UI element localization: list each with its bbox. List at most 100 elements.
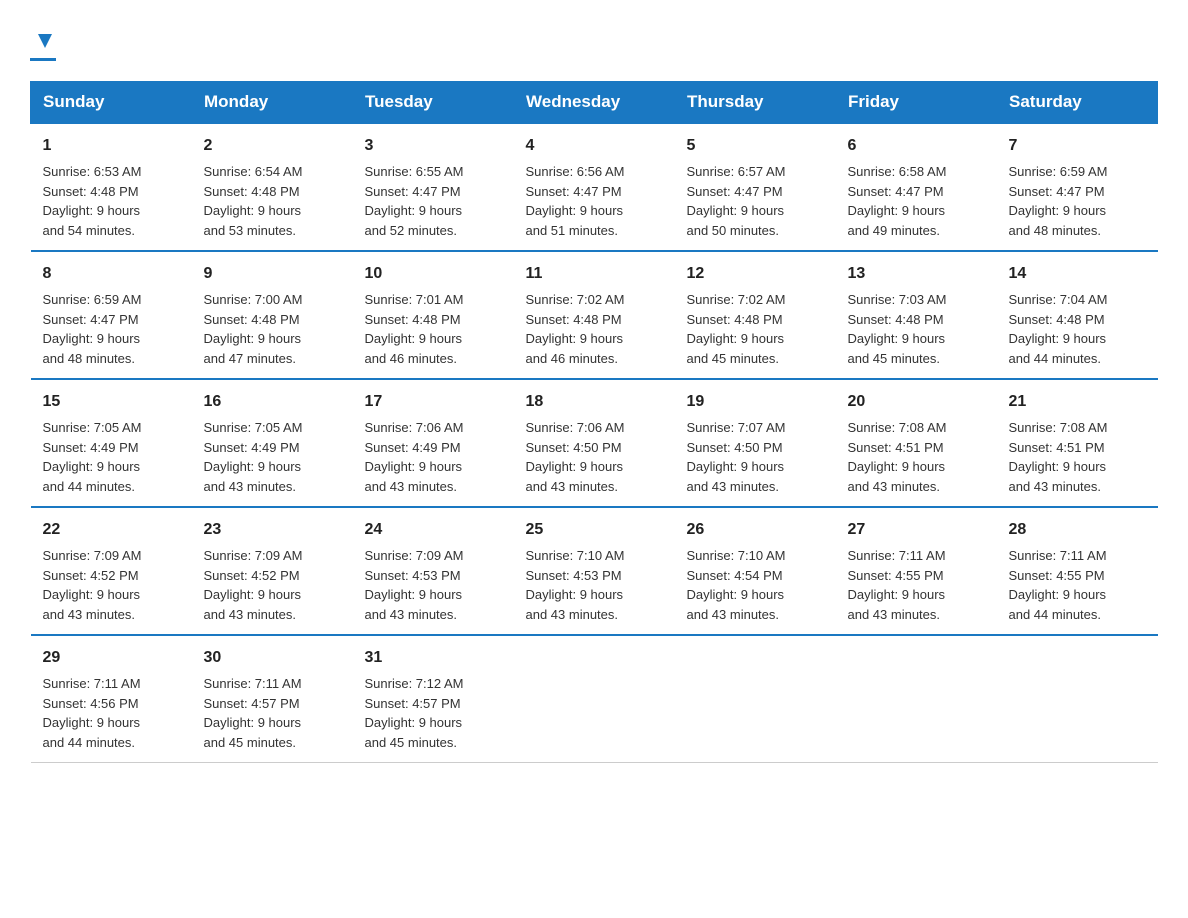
day-number: 15 bbox=[43, 390, 180, 414]
calendar-day-cell: 10 Sunrise: 7:01 AMSunset: 4:48 PMDaylig… bbox=[353, 251, 514, 379]
calendar-header-cell: Tuesday bbox=[353, 82, 514, 124]
day-info: Sunrise: 7:08 AMSunset: 4:51 PMDaylight:… bbox=[1009, 420, 1108, 494]
day-number: 31 bbox=[365, 646, 502, 670]
day-info: Sunrise: 6:57 AMSunset: 4:47 PMDaylight:… bbox=[687, 164, 786, 238]
calendar-body: 1 Sunrise: 6:53 AMSunset: 4:48 PMDayligh… bbox=[31, 123, 1158, 763]
calendar-header-cell: Friday bbox=[836, 82, 997, 124]
calendar-day-cell: 3 Sunrise: 6:55 AMSunset: 4:47 PMDayligh… bbox=[353, 123, 514, 251]
day-number: 18 bbox=[526, 390, 663, 414]
day-info: Sunrise: 7:01 AMSunset: 4:48 PMDaylight:… bbox=[365, 292, 464, 366]
day-number: 3 bbox=[365, 134, 502, 158]
day-number: 6 bbox=[848, 134, 985, 158]
calendar-day-cell: 15 Sunrise: 7:05 AMSunset: 4:49 PMDaylig… bbox=[31, 379, 192, 507]
logo bbox=[30, 30, 56, 61]
day-number: 26 bbox=[687, 518, 824, 542]
calendar-day-cell: 6 Sunrise: 6:58 AMSunset: 4:47 PMDayligh… bbox=[836, 123, 997, 251]
calendar-day-cell: 19 Sunrise: 7:07 AMSunset: 4:50 PMDaylig… bbox=[675, 379, 836, 507]
day-number: 4 bbox=[526, 134, 663, 158]
day-info: Sunrise: 7:09 AMSunset: 4:52 PMDaylight:… bbox=[43, 548, 142, 622]
calendar-week-row: 29 Sunrise: 7:11 AMSunset: 4:56 PMDaylig… bbox=[31, 635, 1158, 763]
day-info: Sunrise: 7:11 AMSunset: 4:56 PMDaylight:… bbox=[43, 676, 141, 750]
day-number: 19 bbox=[687, 390, 824, 414]
day-info: Sunrise: 6:54 AMSunset: 4:48 PMDaylight:… bbox=[204, 164, 303, 238]
day-info: Sunrise: 7:11 AMSunset: 4:57 PMDaylight:… bbox=[204, 676, 302, 750]
day-info: Sunrise: 7:06 AMSunset: 4:49 PMDaylight:… bbox=[365, 420, 464, 494]
calendar-day-cell: 13 Sunrise: 7:03 AMSunset: 4:48 PMDaylig… bbox=[836, 251, 997, 379]
calendar-day-cell: 30 Sunrise: 7:11 AMSunset: 4:57 PMDaylig… bbox=[192, 635, 353, 763]
calendar-week-row: 1 Sunrise: 6:53 AMSunset: 4:48 PMDayligh… bbox=[31, 123, 1158, 251]
day-number: 1 bbox=[43, 134, 180, 158]
day-info: Sunrise: 7:09 AMSunset: 4:52 PMDaylight:… bbox=[204, 548, 303, 622]
day-info: Sunrise: 7:06 AMSunset: 4:50 PMDaylight:… bbox=[526, 420, 625, 494]
day-number: 28 bbox=[1009, 518, 1146, 542]
calendar-day-cell: 4 Sunrise: 6:56 AMSunset: 4:47 PMDayligh… bbox=[514, 123, 675, 251]
day-info: Sunrise: 6:55 AMSunset: 4:47 PMDaylight:… bbox=[365, 164, 464, 238]
day-info: Sunrise: 7:00 AMSunset: 4:48 PMDaylight:… bbox=[204, 292, 303, 366]
day-number: 12 bbox=[687, 262, 824, 286]
day-number: 14 bbox=[1009, 262, 1146, 286]
day-info: Sunrise: 7:12 AMSunset: 4:57 PMDaylight:… bbox=[365, 676, 464, 750]
calendar-day-cell: 24 Sunrise: 7:09 AMSunset: 4:53 PMDaylig… bbox=[353, 507, 514, 635]
day-info: Sunrise: 6:58 AMSunset: 4:47 PMDaylight:… bbox=[848, 164, 947, 238]
day-info: Sunrise: 7:05 AMSunset: 4:49 PMDaylight:… bbox=[204, 420, 303, 494]
calendar-table: SundayMondayTuesdayWednesdayThursdayFrid… bbox=[30, 81, 1158, 763]
day-info: Sunrise: 6:56 AMSunset: 4:47 PMDaylight:… bbox=[526, 164, 625, 238]
day-number: 13 bbox=[848, 262, 985, 286]
day-info: Sunrise: 6:59 AMSunset: 4:47 PMDaylight:… bbox=[43, 292, 142, 366]
day-info: Sunrise: 7:10 AMSunset: 4:53 PMDaylight:… bbox=[526, 548, 625, 622]
day-number: 5 bbox=[687, 134, 824, 158]
day-info: Sunrise: 7:07 AMSunset: 4:50 PMDaylight:… bbox=[687, 420, 786, 494]
calendar-day-cell: 20 Sunrise: 7:08 AMSunset: 4:51 PMDaylig… bbox=[836, 379, 997, 507]
day-number: 2 bbox=[204, 134, 341, 158]
calendar-day-cell: 28 Sunrise: 7:11 AMSunset: 4:55 PMDaylig… bbox=[997, 507, 1158, 635]
day-number: 20 bbox=[848, 390, 985, 414]
day-number: 7 bbox=[1009, 134, 1146, 158]
calendar-week-row: 8 Sunrise: 6:59 AMSunset: 4:47 PMDayligh… bbox=[31, 251, 1158, 379]
day-number: 21 bbox=[1009, 390, 1146, 414]
calendar-day-cell: 27 Sunrise: 7:11 AMSunset: 4:55 PMDaylig… bbox=[836, 507, 997, 635]
day-number: 17 bbox=[365, 390, 502, 414]
day-number: 11 bbox=[526, 262, 663, 286]
calendar-day-cell bbox=[836, 635, 997, 763]
calendar-day-cell: 11 Sunrise: 7:02 AMSunset: 4:48 PMDaylig… bbox=[514, 251, 675, 379]
day-info: Sunrise: 7:11 AMSunset: 4:55 PMDaylight:… bbox=[848, 548, 946, 622]
logo-underline bbox=[30, 58, 56, 61]
day-number: 16 bbox=[204, 390, 341, 414]
day-number: 9 bbox=[204, 262, 341, 286]
day-info: Sunrise: 7:10 AMSunset: 4:54 PMDaylight:… bbox=[687, 548, 786, 622]
day-number: 27 bbox=[848, 518, 985, 542]
calendar-header-row: SundayMondayTuesdayWednesdayThursdayFrid… bbox=[31, 82, 1158, 124]
calendar-day-cell: 21 Sunrise: 7:08 AMSunset: 4:51 PMDaylig… bbox=[997, 379, 1158, 507]
day-info: Sunrise: 7:11 AMSunset: 4:55 PMDaylight:… bbox=[1009, 548, 1107, 622]
calendar-header-cell: Sunday bbox=[31, 82, 192, 124]
calendar-day-cell: 26 Sunrise: 7:10 AMSunset: 4:54 PMDaylig… bbox=[675, 507, 836, 635]
calendar-header-cell: Saturday bbox=[997, 82, 1158, 124]
calendar-day-cell bbox=[675, 635, 836, 763]
day-info: Sunrise: 7:03 AMSunset: 4:48 PMDaylight:… bbox=[848, 292, 947, 366]
page-header bbox=[30, 30, 1158, 61]
calendar-day-cell: 1 Sunrise: 6:53 AMSunset: 4:48 PMDayligh… bbox=[31, 123, 192, 251]
calendar-day-cell: 8 Sunrise: 6:59 AMSunset: 4:47 PMDayligh… bbox=[31, 251, 192, 379]
day-info: Sunrise: 7:09 AMSunset: 4:53 PMDaylight:… bbox=[365, 548, 464, 622]
calendar-day-cell: 12 Sunrise: 7:02 AMSunset: 4:48 PMDaylig… bbox=[675, 251, 836, 379]
calendar-day-cell: 2 Sunrise: 6:54 AMSunset: 4:48 PMDayligh… bbox=[192, 123, 353, 251]
calendar-header-cell: Wednesday bbox=[514, 82, 675, 124]
day-number: 10 bbox=[365, 262, 502, 286]
day-info: Sunrise: 6:59 AMSunset: 4:47 PMDaylight:… bbox=[1009, 164, 1108, 238]
calendar-day-cell: 25 Sunrise: 7:10 AMSunset: 4:53 PMDaylig… bbox=[514, 507, 675, 635]
day-info: Sunrise: 7:08 AMSunset: 4:51 PMDaylight:… bbox=[848, 420, 947, 494]
day-number: 29 bbox=[43, 646, 180, 670]
day-number: 30 bbox=[204, 646, 341, 670]
calendar-week-row: 15 Sunrise: 7:05 AMSunset: 4:49 PMDaylig… bbox=[31, 379, 1158, 507]
calendar-day-cell: 22 Sunrise: 7:09 AMSunset: 4:52 PMDaylig… bbox=[31, 507, 192, 635]
calendar-day-cell: 31 Sunrise: 7:12 AMSunset: 4:57 PMDaylig… bbox=[353, 635, 514, 763]
calendar-day-cell: 5 Sunrise: 6:57 AMSunset: 4:47 PMDayligh… bbox=[675, 123, 836, 251]
calendar-day-cell: 9 Sunrise: 7:00 AMSunset: 4:48 PMDayligh… bbox=[192, 251, 353, 379]
calendar-header-cell: Monday bbox=[192, 82, 353, 124]
calendar-day-cell bbox=[997, 635, 1158, 763]
calendar-day-cell: 23 Sunrise: 7:09 AMSunset: 4:52 PMDaylig… bbox=[192, 507, 353, 635]
calendar-header-cell: Thursday bbox=[675, 82, 836, 124]
day-info: Sunrise: 7:02 AMSunset: 4:48 PMDaylight:… bbox=[687, 292, 786, 366]
calendar-day-cell: 14 Sunrise: 7:04 AMSunset: 4:48 PMDaylig… bbox=[997, 251, 1158, 379]
calendar-header: SundayMondayTuesdayWednesdayThursdayFrid… bbox=[31, 82, 1158, 124]
